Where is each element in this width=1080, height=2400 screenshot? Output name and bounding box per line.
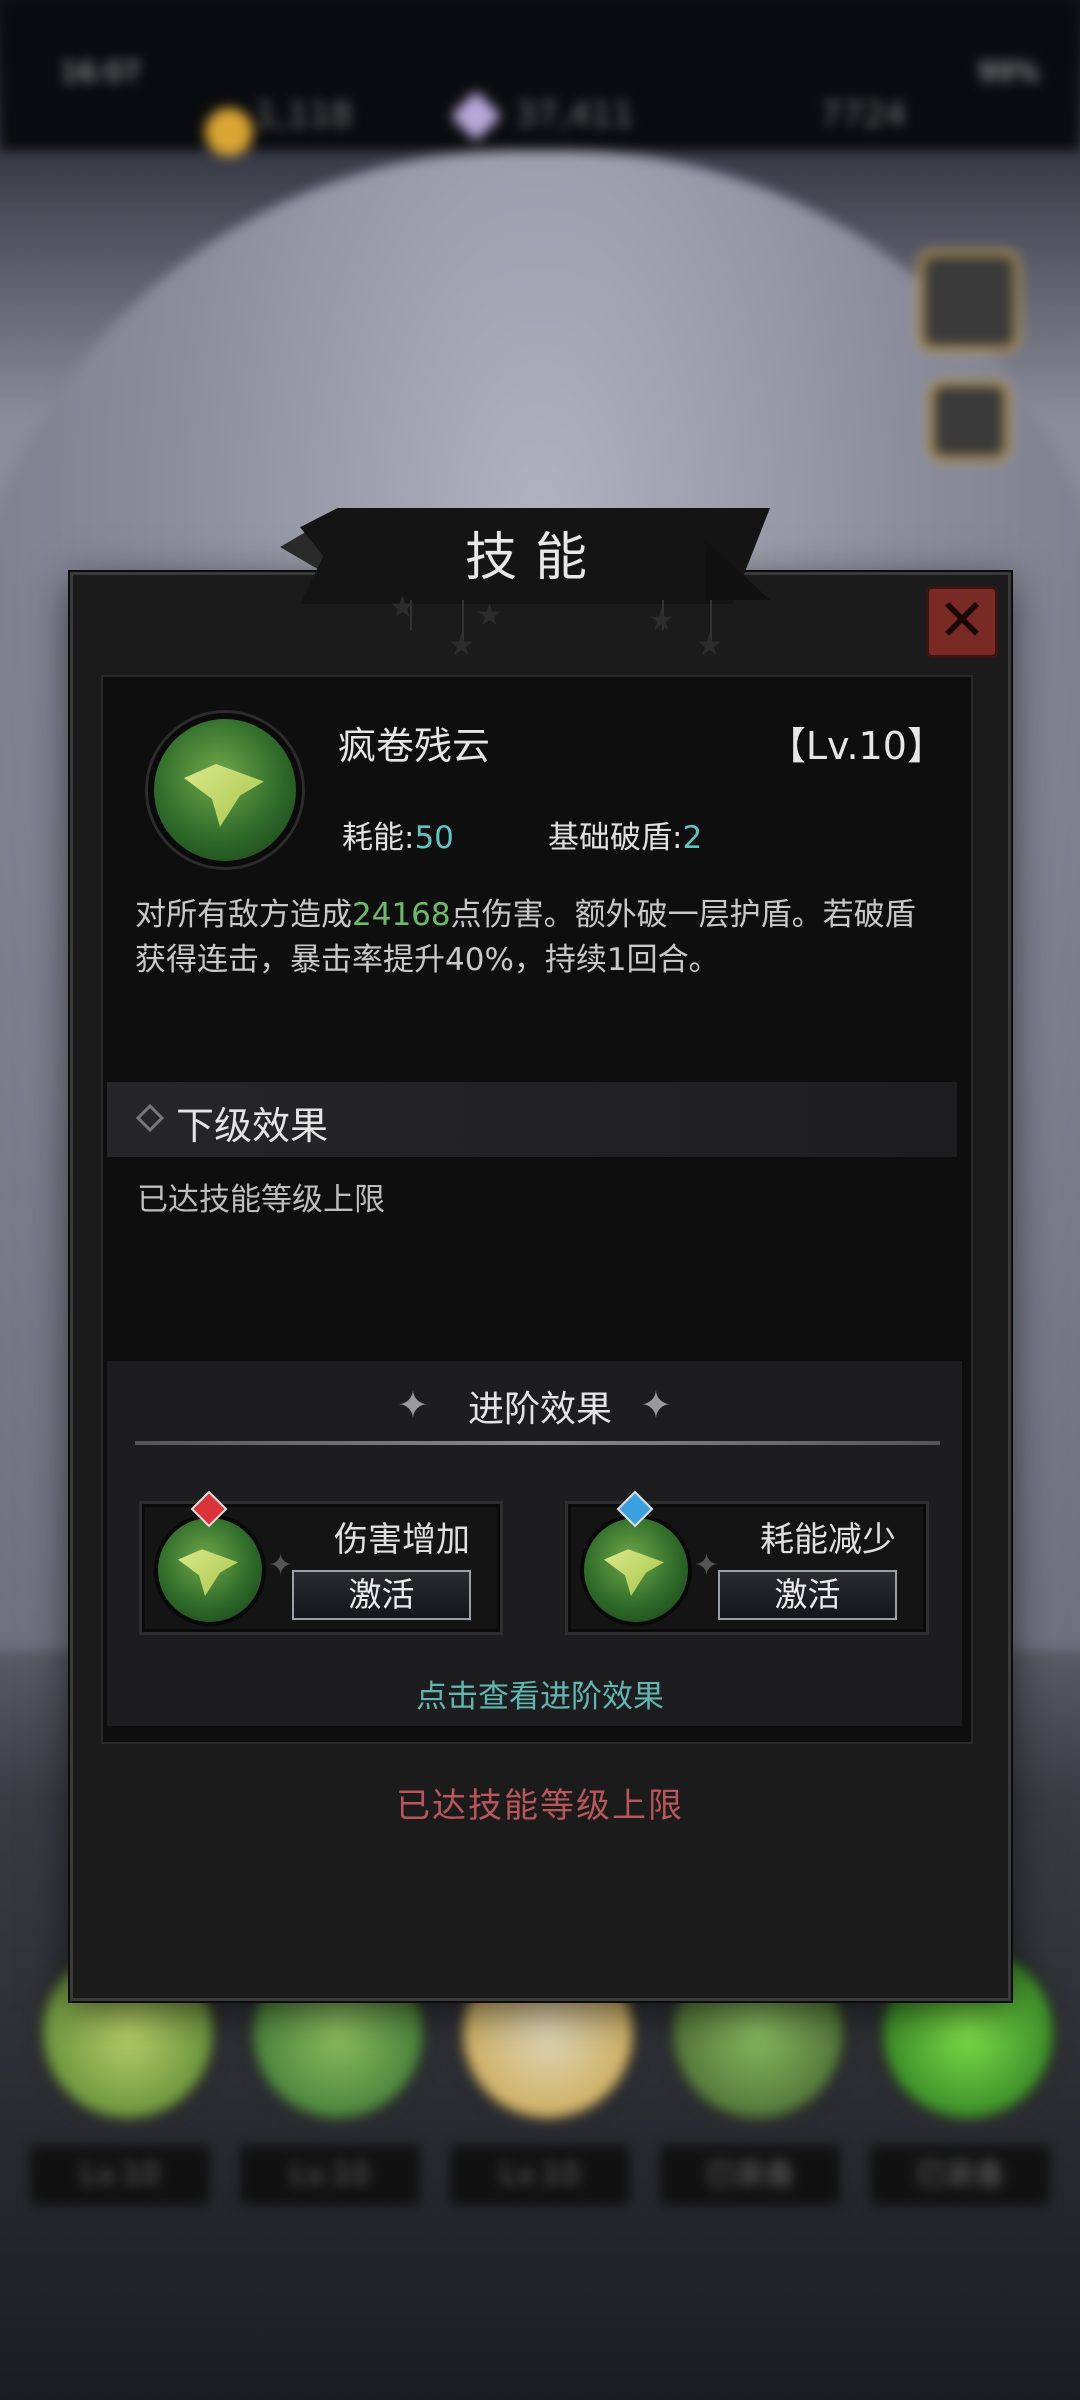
activate-button[interactable]: 激活 <box>292 1570 471 1620</box>
skill-name: 疯卷残云 <box>338 724 491 768</box>
advanced-divider <box>135 1441 940 1445</box>
advanced-title: 进阶效果 <box>467 1389 612 1430</box>
energy-cost-value: 50 <box>414 820 454 856</box>
sparkle-icon: ✦ <box>268 1548 294 1583</box>
card-label: 耗能减少 <box>760 1520 896 1560</box>
next-level-note: 已达技能等级上限 <box>137 1182 385 1218</box>
gem-count: 37,411 <box>515 95 634 135</box>
skill-icon <box>154 1514 266 1626</box>
bg-level-label: 已装备 <box>870 2145 1050 2205</box>
next-level-title: 下级效果 <box>176 1104 329 1148</box>
shield-break-label: 基础破盾: <box>548 820 683 856</box>
star-ornament-icon: ★ <box>448 628 475 663</box>
advanced-card-energy[interactable]: ✦ 耗能减少 激活 <box>565 1490 929 1635</box>
max-level-note: 已达技能等级上限 <box>396 1786 684 1826</box>
star-ornament-icon: ★ <box>648 603 675 638</box>
shield-break-value: 2 <box>682 820 703 856</box>
star-ornament-icon: ★ <box>476 598 503 633</box>
skill-description: 对所有敌方造成24168点伤害。额外破一层护盾。若破盾获得连击，暴击率提升40%… <box>135 893 945 983</box>
view-advanced-link[interactable]: 点击查看进阶效果 <box>0 1671 1080 1716</box>
gold-coin-icon <box>205 108 253 156</box>
dialog-title: 技能 <box>464 528 605 588</box>
status-time: 16:07 <box>60 55 141 88</box>
bg-side-button <box>918 250 1020 352</box>
bg-level-label: 已装备 <box>660 2145 840 2205</box>
close-button[interactable]: ✕ <box>926 586 998 658</box>
desc-prefix: 对所有敌方造成 <box>135 897 352 933</box>
gold-count: 1,118 <box>255 95 353 135</box>
bg-level-label: Lv.10 <box>450 2145 630 2205</box>
close-icon: ✕ <box>937 586 987 654</box>
energy-cost-label: 耗能: <box>342 820 415 856</box>
skill-level: 【Lv.10】 <box>767 724 945 768</box>
bg-level-label: Lv.10 <box>30 2145 210 2205</box>
skill-icon <box>580 1514 692 1626</box>
desc-damage: 24168 <box>352 897 451 933</box>
star-ornament-icon: ★ <box>696 628 723 663</box>
activate-button[interactable]: 激活 <box>718 1570 897 1620</box>
card-label: 伤害增加 <box>334 1520 470 1560</box>
status-battery: 99% <box>977 55 1040 88</box>
sparkle-right-icon: ✦ <box>640 1383 672 1427</box>
bg-level-label: Lv.10 <box>240 2145 420 2205</box>
skill-icon <box>148 713 302 867</box>
sparkle-icon: ✦ <box>694 1548 720 1583</box>
energy-cost-stat: 耗能:50 <box>342 812 454 857</box>
star-ornament-icon: ★ <box>389 590 416 625</box>
energy-count: 7724 <box>820 95 907 135</box>
advanced-card-damage[interactable]: ✦ 伤害增加 激活 <box>139 1490 503 1635</box>
bg-side-button <box>928 380 1010 462</box>
shield-break-stat: 基础破盾:2 <box>548 812 702 857</box>
